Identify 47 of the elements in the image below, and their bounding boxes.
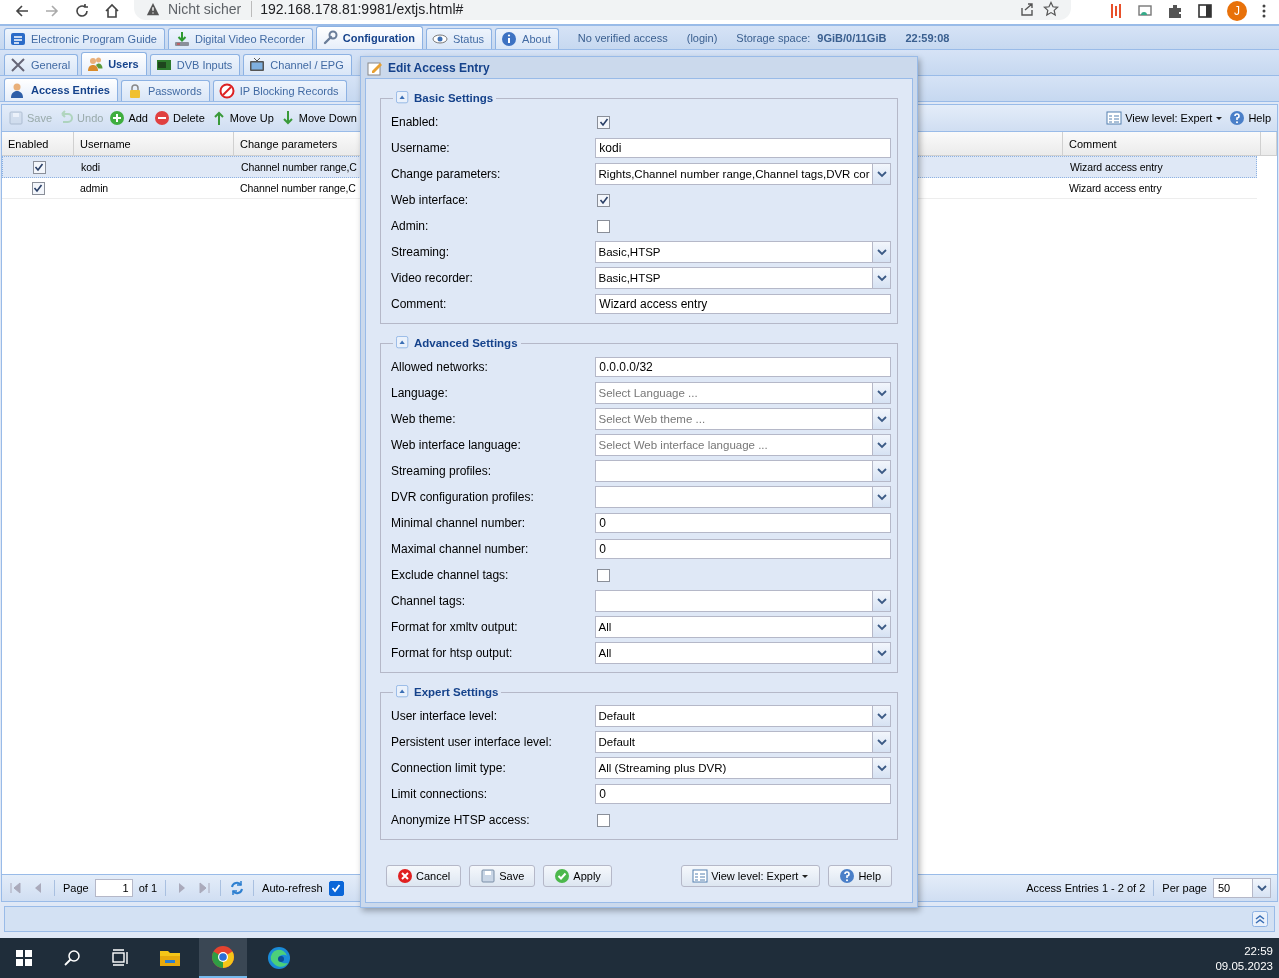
field-label: Exclude channel tags: [391,568,510,582]
table-cell: Wizard access entry [1070,161,1163,173]
url-text: 192.168.178.81:9981/extjs.html# [260,1,464,17]
field-label: Maximal channel number: [391,542,530,556]
taskbar-time: 22:59 [1244,944,1273,957]
field-label: Comment: [391,297,448,311]
page-label: Page [63,882,89,894]
table-cell: Channel number range,C [241,161,357,173]
field-label: Video recorder: [391,271,474,285]
section-title: Expert Settings [414,686,499,698]
table-cell: Wizard access entry [1069,182,1162,194]
field-label: Allowed networks: [391,360,489,374]
section-title: Advanced Settings [414,337,518,349]
per-page-label: Per page [1162,882,1207,894]
field-label: Connection limit type: [391,761,507,775]
paging-summary: Access Entries 1 - 2 of 2 [1026,882,1146,894]
table-cell: kodi [81,161,100,173]
field-label: Username: [391,141,451,155]
field-label: Channel tags: [391,594,467,608]
taskbar-date: 09.05.2023 [1215,959,1273,972]
field-label: Minimal channel number: [391,516,527,530]
field-label: Format for htsp output: [391,646,514,660]
field-label: Admin: [391,219,430,233]
storage-value: 9GiB/0/11GiB [817,31,887,44]
page-count: of 1 [138,882,158,894]
field-label: Persistent user interface level: [391,735,553,749]
field-label: Anonymize HTSP access: [391,813,531,827]
field-label: Streaming: [391,245,451,259]
dialog-title: Edit Access Entry [388,60,490,75]
field-label: Web interface language: [391,438,522,452]
access-status: No verified access [577,31,668,44]
clock-text: 22:59:08 [905,31,950,44]
field-label: User interface level: [391,709,499,723]
table-cell: Channel number range,C [240,182,356,194]
field-label: Streaming profiles: [391,464,493,478]
storage-label: Storage space: [736,31,811,44]
field-label: Language: [391,386,449,400]
field-label: Enabled: [391,115,440,129]
field-label: Format for xmltv output: [391,620,519,634]
auto-refresh-label: Auto-refresh [262,882,323,894]
field-label: DVR configuration profiles: [391,490,535,504]
security-label: Nicht sicher [168,1,253,17]
section-title: Basic Settings [414,92,494,104]
field-label: Limit connections: [391,787,489,801]
table-cell: admin [80,182,109,194]
field-label: Web theme: [391,412,457,426]
field-label: Change parameters: [391,167,502,181]
